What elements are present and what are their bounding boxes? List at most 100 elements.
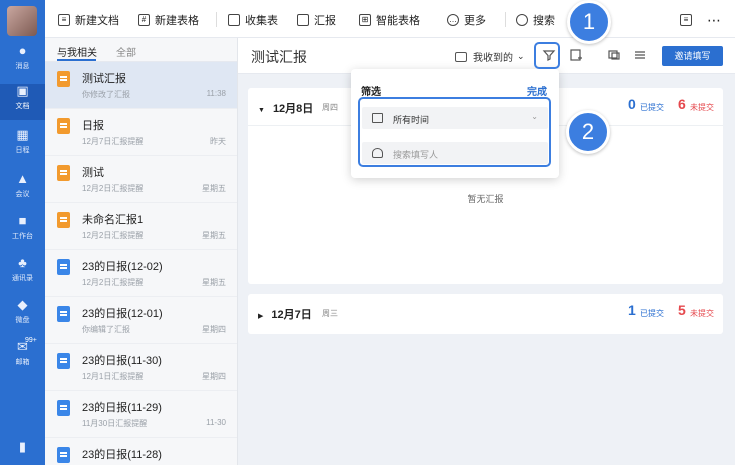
- new-doc-button[interactable]: ≡ 新建文档: [58, 12, 119, 28]
- list-item[interactable]: 测试 12月2日汇报提醒 星期五: [45, 156, 237, 203]
- collect-icon: [228, 14, 240, 26]
- tab-all[interactable]: 全部: [116, 44, 136, 59]
- rail-item-meeting[interactable]: ▲ 会议: [0, 172, 45, 208]
- mail-badge: 99+: [25, 337, 37, 344]
- chat-window-icon[interactable]: [606, 48, 622, 64]
- ellipsis-icon: ⋯: [707, 11, 721, 28]
- meeting-icon: ▲: [16, 171, 29, 186]
- filter-done-button[interactable]: 完成: [527, 83, 547, 98]
- item-title: 23的日报(12-02): [82, 261, 163, 273]
- item-title: 23的日报(11-28): [82, 449, 162, 461]
- list-item[interactable]: 23的日报(12-02) 12月2日汇报提醒 星期五: [45, 250, 237, 297]
- item-title: 23的日报(12-01): [82, 308, 163, 320]
- item-title: 测试汇报: [82, 73, 126, 85]
- rail-item-messages[interactable]: ● 消息: [0, 44, 45, 80]
- item-time: 星期四: [202, 325, 226, 334]
- highlight-filter-fields: [358, 97, 551, 167]
- submitted-count[interactable]: 1: [628, 302, 636, 318]
- rail-item-calendar[interactable]: ▦ 日程: [0, 128, 45, 164]
- list-item[interactable]: 23的日报(11-28): [45, 438, 237, 465]
- item-subtitle: 11月30日汇报提醒: [82, 419, 148, 428]
- step-marker-1: 1: [567, 0, 611, 44]
- submitted-label: 已提交: [640, 103, 664, 112]
- overflow-menu-button[interactable]: ⋯: [707, 12, 721, 28]
- item-title: 未命名汇报1: [82, 214, 144, 226]
- stats-icon: ▮: [18, 439, 27, 454]
- item-title: 23的日报(11-30): [82, 355, 162, 367]
- smart-sheet-button[interactable]: ⊞ 智能表格: [359, 12, 420, 28]
- collect-label: 收集表: [245, 15, 278, 27]
- daily-report-icon: [57, 259, 70, 275]
- rail-item-stats[interactable]: ▮: [0, 440, 45, 460]
- top-toolbar: ≡ 新建文档 # 新建表格 收集表 汇报 ⊞ 智能表格 … 更多 搜索 ≡ ⋯: [45, 0, 735, 38]
- report-label: 汇报: [314, 15, 336, 27]
- rail-label: 消息: [15, 63, 30, 70]
- item-subtitle: 12月2日汇报提醒: [82, 278, 144, 287]
- rail-label: 通讯录: [12, 275, 33, 282]
- list-item[interactable]: 23的日报(11-29) 11月30日汇报提醒 11-30: [45, 391, 237, 438]
- submitted-label: 已提交: [640, 309, 664, 318]
- item-time: 11:38: [206, 89, 226, 98]
- rail-item-drive[interactable]: ◆ 微盘: [0, 298, 45, 334]
- inbox-icon: [455, 51, 467, 62]
- daily-report-icon: [57, 306, 70, 322]
- date-label: ▼ 12月8日: [258, 100, 313, 116]
- list-item[interactable]: 23的日报(12-01) 你编辑了汇报 星期四: [45, 297, 237, 344]
- smart-sheet-icon: ⊞: [359, 14, 371, 26]
- chevron-down-icon: ⌄: [517, 51, 525, 61]
- tab-related[interactable]: 与我相关: [57, 44, 97, 59]
- rail-item-mail[interactable]: ✉ 99+ 邮箱: [0, 337, 45, 376]
- submitted-count[interactable]: 0: [628, 96, 636, 112]
- list-item[interactable]: 日报 12月7日汇报提醒 昨天: [45, 109, 237, 156]
- date-text: 12月8日: [272, 103, 314, 115]
- new-doc-label: 新建文档: [75, 15, 119, 27]
- add-report-icon[interactable]: [568, 48, 584, 64]
- date-label: ▶ 12月7日: [258, 306, 312, 322]
- more-button[interactable]: … 更多: [447, 12, 486, 28]
- item-time: 昨天: [210, 137, 226, 146]
- invite-fill-button[interactable]: 邀请填写: [662, 46, 723, 66]
- item-time: 星期四: [202, 372, 226, 381]
- rail-item-workbench[interactable]: ■ 工作台: [0, 214, 45, 250]
- list-item[interactable]: 未命名汇报1 12月2日汇报提醒 星期五: [45, 203, 237, 250]
- avatar[interactable]: [7, 6, 37, 36]
- layout-button[interactable]: ≡: [680, 12, 697, 28]
- new-sheet-button[interactable]: # 新建表格: [138, 12, 199, 28]
- rail-item-docs[interactable]: ▣ 文档: [0, 84, 45, 120]
- report-icon: [57, 212, 70, 228]
- tab-underline: [57, 59, 96, 61]
- collect-button[interactable]: 收集表: [228, 12, 278, 28]
- list-tabs: 与我相关 全部: [45, 38, 237, 62]
- more-label: 更多: [464, 15, 486, 27]
- unsubmitted-label: 未提交: [690, 103, 714, 112]
- item-time: 星期五: [202, 278, 226, 287]
- layout-icon: ≡: [680, 14, 692, 26]
- new-sheet-label: 新建表格: [155, 15, 199, 27]
- item-time: 星期五: [202, 231, 226, 240]
- filter-title: 筛选: [361, 87, 381, 98]
- report-list-panel: 与我相关 全部 测试汇报 你修改了汇报 11:38 日报 12月7日汇报提醒 昨…: [45, 38, 238, 465]
- unsubmitted-count[interactable]: 5: [678, 302, 686, 318]
- unsubmitted-count[interactable]: 6: [678, 96, 686, 112]
- item-subtitle: 你编辑了汇报: [82, 325, 130, 334]
- daily-report-icon: [57, 400, 70, 416]
- list-item[interactable]: 测试汇报 你修改了汇报 11:38: [45, 62, 237, 109]
- item-subtitle: 12月7日汇报提醒: [82, 137, 144, 146]
- rail-label: 会议: [15, 191, 30, 198]
- report-button[interactable]: 汇报: [297, 12, 336, 28]
- rail-label: 微盘: [15, 317, 30, 324]
- rail-label: 工作台: [12, 233, 33, 240]
- calendar-icon: ▦: [16, 127, 29, 142]
- received-filter-dropdown[interactable]: 我收到的 ⌄: [455, 49, 525, 64]
- item-title: 日报: [82, 120, 104, 132]
- report-icon: [57, 118, 70, 134]
- left-rail: ● 消息 ▣ 文档 ▦ 日程 ▲ 会议 ■ 工作台 ♣ 通讯录 ◆ 微盘 ✉ 9…: [0, 0, 45, 465]
- rail-item-contacts[interactable]: ♣ 通讯录: [0, 256, 45, 292]
- list-item[interactable]: 23的日报(11-30) 12月1日汇报提醒 星期四: [45, 344, 237, 391]
- docs-icon: ▣: [16, 83, 29, 98]
- search-button[interactable]: 搜索: [516, 12, 555, 28]
- menu-icon[interactable]: [632, 48, 648, 64]
- date-group-header[interactable]: ▶ 12月7日 周三 1 已提交 5 未提交: [248, 294, 723, 332]
- rail-label: 文档: [15, 103, 30, 110]
- search-label: 搜索: [533, 15, 555, 27]
